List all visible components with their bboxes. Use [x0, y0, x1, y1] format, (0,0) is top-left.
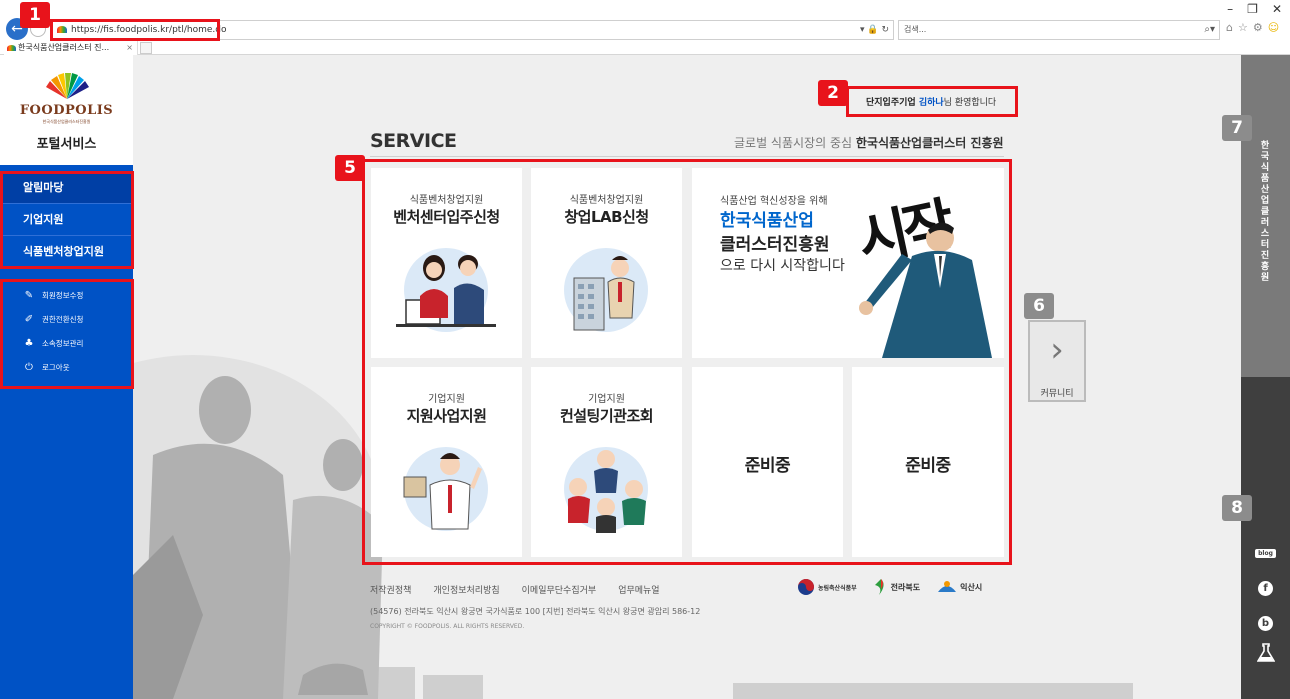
logo-subtext: 한국식품산업클러스터진흥원: [42, 119, 91, 124]
annotation-badge-7: 7: [1222, 115, 1252, 141]
tab-title: 한국식품산업클러스터 진...: [18, 43, 110, 52]
blog-link[interactable]: blog: [1241, 540, 1290, 559]
browser-toolbar-icons: ⌂ ☆ ⚙ ☺: [1226, 21, 1279, 34]
minimize-icon[interactable]: –: [1227, 2, 1233, 16]
search-placeholder: 검색...: [904, 25, 927, 34]
highlight-box-welcome: [846, 86, 1018, 117]
right-panel-top[interactable]: 한국식품산업클러스터진흥원: [1241, 55, 1290, 377]
annotation-badge-8: 8: [1222, 495, 1252, 521]
right-panel: 한국식품산업클러스터진흥원 blog f b: [1241, 55, 1290, 699]
vertical-org-name: 한국식품산업클러스터진흥원: [1260, 141, 1270, 283]
logo-ministry[interactable]: 농림축산식품부: [798, 579, 857, 595]
footer-link-manual[interactable]: 업무메뉴얼: [618, 583, 659, 596]
community-label: 커뮤니티: [1040, 389, 1074, 399]
logo-label: 익산시: [960, 582, 983, 592]
logo-label: 농림축산식품부: [818, 584, 857, 592]
flask-icon: [1256, 643, 1275, 662]
logo-iksan[interactable]: 익산시: [938, 580, 982, 594]
footer-address: (54576) 전라북도 익산시 왕궁면 국가식품로 100 [지번] 전라북도…: [370, 607, 701, 616]
taegeuk-icon: [798, 579, 814, 595]
foodpolis-logo-icon: [46, 73, 89, 99]
logo-label: 전라북도: [890, 582, 921, 592]
home-icon[interactable]: ⌂: [1226, 21, 1233, 34]
iksan-logo-icon: [938, 581, 957, 592]
footer-link-email-policy[interactable]: 이메일무단수집거부: [522, 583, 597, 596]
highlight-box-menu: [0, 171, 134, 269]
footer-link-copyright[interactable]: 저작권정책: [370, 583, 411, 596]
annotation-badge-6: 6: [1024, 293, 1054, 319]
tagline-bold: 한국식품산업클러스터 진흥원: [855, 136, 1004, 150]
footer-link-privacy[interactable]: 개인정보처리방침: [433, 583, 499, 596]
new-tab-button[interactable]: [140, 42, 152, 54]
browser-search-input[interactable]: 검색... ⌕▾: [898, 20, 1220, 40]
band-link[interactable]: b: [1241, 611, 1290, 631]
lab-link[interactable]: [1241, 643, 1290, 667]
tab-close-icon[interactable]: ×: [126, 40, 133, 55]
highlight-box-user-menu: [0, 279, 134, 389]
search-icon[interactable]: ⌕▾: [1204, 21, 1215, 39]
logo-box[interactable]: FOODPOLIS 한국식품산업클러스터진흥원 포털서비스: [0, 55, 133, 165]
browser-tab[interactable]: 한국식품산업클러스터 진... ×: [4, 40, 138, 55]
annotation-badge-5: 5: [335, 155, 365, 181]
logo-jeonbuk[interactable]: 전라북도: [874, 579, 921, 595]
annotation-badge-2: 2: [818, 80, 848, 106]
logo-text: FOODPOLIS: [19, 103, 114, 118]
favicon-icon: [7, 45, 16, 51]
facebook-icon: f: [1258, 581, 1273, 596]
window-controls: – ❐ ✕: [1227, 2, 1282, 16]
highlight-box-services: [362, 159, 1012, 565]
divider: [370, 156, 1004, 157]
jeonbuk-logo-icon: [874, 579, 884, 595]
service-tagline: 글로벌 식품시장의 중심 한국식품산업클러스터 진흥원: [734, 134, 1004, 151]
facebook-link[interactable]: f: [1241, 576, 1290, 596]
close-icon[interactable]: ✕: [1272, 2, 1282, 16]
highlight-box-url: [50, 19, 220, 41]
gear-icon[interactable]: ⚙: [1253, 21, 1263, 34]
footer-links: 저작권정책 개인정보처리방침 이메일무단수집거부 업무메뉴얼: [370, 583, 660, 596]
footer-copyright: COPYRIGHT © FOODPOLIS. ALL RIGHTS RESERV…: [370, 623, 525, 630]
partner-logos: 농림축산식품부 전라북도 익산시: [798, 579, 982, 595]
star-icon[interactable]: ☆: [1238, 21, 1248, 34]
blog-icon: blog: [1255, 549, 1276, 558]
restore-icon[interactable]: ❐: [1247, 2, 1258, 16]
smiley-icon[interactable]: ☺: [1268, 21, 1279, 34]
tagline-text: 글로벌 식품시장의 중심: [734, 136, 856, 150]
community-button[interactable]: › 커뮤니티: [1028, 320, 1086, 402]
band-icon: b: [1258, 616, 1273, 631]
chevron-right-icon: ›: [1050, 330, 1064, 370]
address-tools[interactable]: ▾ 🔒 ↻: [860, 20, 889, 40]
service-title: SERVICE: [370, 130, 457, 152]
portal-title: 포털서비스: [36, 137, 97, 152]
annotation-badge-1: 1: [20, 2, 50, 28]
